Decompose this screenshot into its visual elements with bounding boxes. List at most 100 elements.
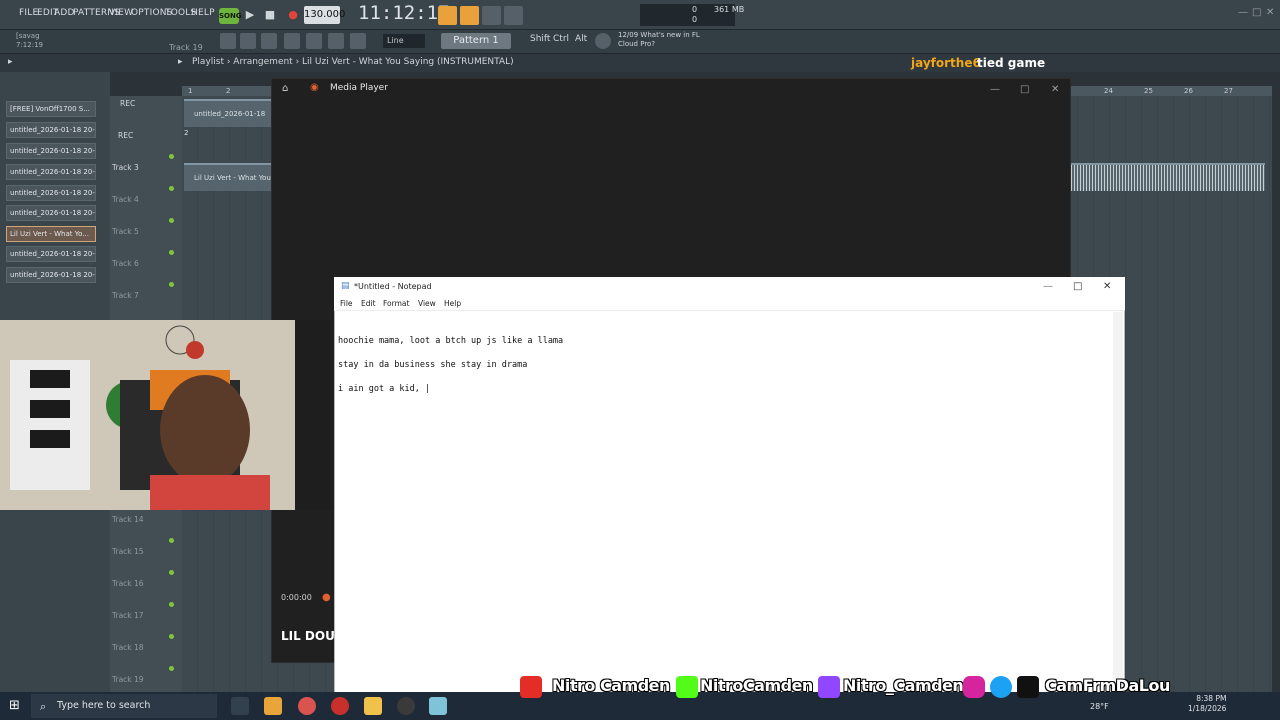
tiktok-icon <box>1017 676 1039 698</box>
track-mute-led[interactable] <box>169 218 174 223</box>
record-icon[interactable]: ● <box>284 6 302 24</box>
browser-item[interactable]: untitled_2026-01-18 20-... <box>6 122 96 138</box>
browser-icon[interactable] <box>298 697 316 715</box>
audio-clip[interactable]: Lil Uzi Vert - What You <box>184 163 271 191</box>
menu-view[interactable]: VIEW <box>109 8 133 18</box>
tool-icon[interactable] <box>306 33 322 49</box>
tool-icon[interactable] <box>284 33 300 49</box>
tempo-display[interactable]: 130.000 <box>304 6 345 24</box>
maximize-icon[interactable]: □ <box>1073 281 1082 292</box>
notepad-menu-help[interactable]: Help <box>444 299 461 308</box>
playlist-breadcrumb[interactable]: Playlist › Arrangement › Lil Uzi Vert - … <box>192 57 514 67</box>
notepad-menu-file[interactable]: File <box>340 299 353 308</box>
close-icon[interactable]: ✕ <box>1266 7 1274 18</box>
task-view-icon[interactable] <box>231 697 249 715</box>
snap-icon[interactable] <box>220 33 236 49</box>
home-icon[interactable]: ⌂ <box>282 83 288 94</box>
track-label[interactable]: Track 7 <box>112 291 139 300</box>
file-explorer-icon[interactable] <box>264 697 282 715</box>
twitch-icon <box>818 676 840 698</box>
track-mute-led[interactable] <box>169 570 174 575</box>
track-label[interactable]: Track 4 <box>112 195 139 204</box>
audio-clip[interactable]: untitled_2026-01-18 2 <box>184 99 271 137</box>
notepad-menu-format[interactable]: Format <box>383 299 409 308</box>
taskbar-search[interactable]: Type here to search <box>31 694 217 718</box>
track-label[interactable]: Track 15 <box>112 547 144 556</box>
playlist-icon[interactable] <box>438 6 457 25</box>
browser-item[interactable]: untitled_2026-01-18 20-... <box>6 185 96 201</box>
pattern-selector[interactable]: Pattern 1 <box>441 33 511 49</box>
menu-file[interactable]: FILE <box>19 8 38 18</box>
close-icon[interactable]: ✕ <box>1051 84 1059 95</box>
song-mode-button[interactable]: SONG <box>219 8 242 24</box>
notepad-menu-view[interactable]: View <box>418 299 436 308</box>
tool-icon[interactable] <box>328 33 344 49</box>
notepad-text-line[interactable]: stay in da business she stay in drama <box>338 360 527 370</box>
track-mute-led[interactable] <box>169 154 174 159</box>
browser-item[interactable]: [FREE] VonOff1700 S... <box>6 101 96 117</box>
minimize-icon[interactable]: — <box>990 84 1000 95</box>
track-mute-led[interactable] <box>169 282 174 287</box>
seek-handle[interactable]: ● <box>322 592 331 603</box>
weather-temp[interactable]: 28°F <box>1090 702 1109 711</box>
stop-icon[interactable]: ■ <box>261 6 279 24</box>
play-icon[interactable]: ▶ <box>241 6 259 24</box>
media-player-taskbar-icon[interactable] <box>397 697 415 715</box>
channel-rack-icon[interactable] <box>504 6 523 25</box>
notepad-text-line[interactable]: i ain got a kid, | <box>338 384 430 394</box>
mixer-icon[interactable] <box>482 6 501 25</box>
track-label[interactable]: Track 16 <box>112 579 144 588</box>
menu-add[interactable]: ADD <box>54 8 75 18</box>
track-label[interactable]: Track 17 <box>112 611 144 620</box>
windows-start-icon[interactable]: ⊞ <box>9 698 20 713</box>
browser-item[interactable]: untitled_2026-01-18 20-... <box>6 164 96 180</box>
menu-help[interactable]: HELP <box>191 8 215 18</box>
track-mute-led[interactable] <box>169 538 174 543</box>
notepad-text-line[interactable]: hoochie mama, loot a btch up js like a l… <box>338 336 563 346</box>
shift-key[interactable]: Shift <box>530 34 550 44</box>
track-label[interactable]: Track 19 <box>112 675 144 684</box>
youtube-handle: Nitro Camden <box>552 676 670 695</box>
tool-icon[interactable] <box>261 33 277 49</box>
folder-icon[interactable] <box>364 697 382 715</box>
minimize-icon[interactable]: — <box>1043 281 1053 292</box>
maximize-icon[interactable]: □ <box>1020 84 1029 95</box>
browser-item[interactable]: untitled_2026-01-18 20-... <box>6 267 96 283</box>
track-label[interactable]: Track 6 <box>112 259 139 268</box>
close-icon[interactable]: ✕ <box>1103 281 1111 292</box>
audio-clip-waveform[interactable] <box>1071 163 1265 191</box>
snap-mode-select[interactable]: Line <box>383 34 425 48</box>
notepad-menu-edit[interactable]: Edit <box>361 299 376 308</box>
arrow-icon[interactable]: ▸ <box>8 57 13 67</box>
ctrl-key[interactable]: Ctrl <box>553 34 569 44</box>
track-mute-led[interactable] <box>169 186 174 191</box>
rec-label: REC <box>118 131 134 140</box>
notepad-titlebar[interactable] <box>334 277 1125 297</box>
notepad-taskbar-icon[interactable] <box>429 697 447 715</box>
alt-key[interactable]: Alt <box>575 34 587 44</box>
track-mute-led[interactable] <box>169 250 174 255</box>
microphone-icon[interactable] <box>350 33 366 49</box>
tool-icon[interactable] <box>240 33 256 49</box>
system-clock[interactable]: 8:38 PM 1/18/2026 <box>1188 694 1226 714</box>
chevron-icon[interactable]: ▸ <box>178 57 183 67</box>
ruler-number: 1 <box>188 87 193 95</box>
browser-item[interactable]: untitled_2026-01-18 20-... <box>6 246 96 262</box>
browser-item[interactable]: untitled_2026-01-18 20-... <box>6 143 96 159</box>
minimize-icon[interactable]: — <box>1238 7 1248 18</box>
chrome-icon[interactable] <box>331 697 349 715</box>
browser-item-selected[interactable]: Lil Uzi Vert - What Yo... <box>6 226 96 242</box>
track-label[interactable]: Track 18 <box>112 643 144 652</box>
track-label[interactable]: Track 14 <box>112 515 144 524</box>
notepad-scrollbar[interactable] <box>1113 312 1123 692</box>
piano-roll-icon[interactable] <box>460 6 479 25</box>
maximize-icon[interactable]: □ <box>1252 7 1261 18</box>
browser-item[interactable]: untitled_2026-01-18 20-... <box>6 205 96 221</box>
gear-icon[interactable] <box>595 33 611 49</box>
track-label[interactable]: Track 3 <box>112 163 139 172</box>
track-mute-led[interactable] <box>169 634 174 639</box>
track-mute-led[interactable] <box>169 666 174 671</box>
track-label[interactable]: Track 5 <box>112 227 139 236</box>
news-panel[interactable]: 12/09 What's new in FL Cloud Pro? <box>618 31 700 49</box>
track-mute-led[interactable] <box>169 602 174 607</box>
